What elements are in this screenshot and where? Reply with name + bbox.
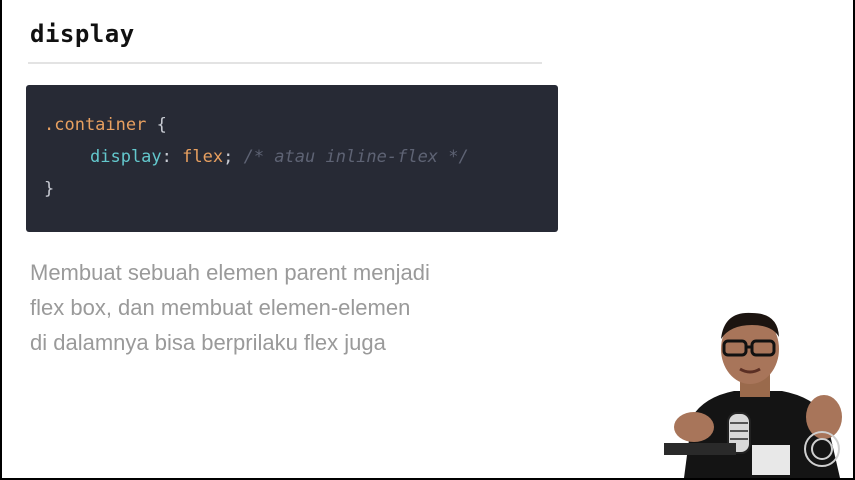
code-line-1: .container {: [44, 115, 167, 135]
title-divider: [28, 62, 542, 64]
code-line-2: display: flex; /* atau inline-flex */: [90, 147, 469, 167]
description-line-3: di dalamnya bisa berprilaku flex juga: [30, 330, 386, 355]
code-comment: /* atau inline-flex */: [233, 147, 469, 167]
code-property: display: [90, 147, 162, 167]
code-colon: :: [161, 147, 183, 167]
code-close-brace: }: [44, 179, 55, 199]
slide-title: display: [30, 20, 135, 48]
code-open-brace: {: [146, 115, 167, 135]
code-semicolon: ;: [223, 147, 234, 167]
code-selector: .container: [44, 115, 147, 135]
description-line-2: flex box, dan membuat elemen-elemen: [30, 295, 411, 320]
presenter-video-illustration: [664, 312, 842, 478]
description-line-1: Membuat sebuah elemen parent menjadi: [30, 260, 430, 285]
slide-description: Membuat sebuah elemen parent menjadi fle…: [30, 255, 510, 360]
code-block: .container { display: flex; /* atau inli…: [26, 85, 558, 232]
presenter-webcam: [664, 305, 853, 478]
code-line-3: }: [44, 179, 54, 199]
code-value: flex: [182, 147, 224, 167]
